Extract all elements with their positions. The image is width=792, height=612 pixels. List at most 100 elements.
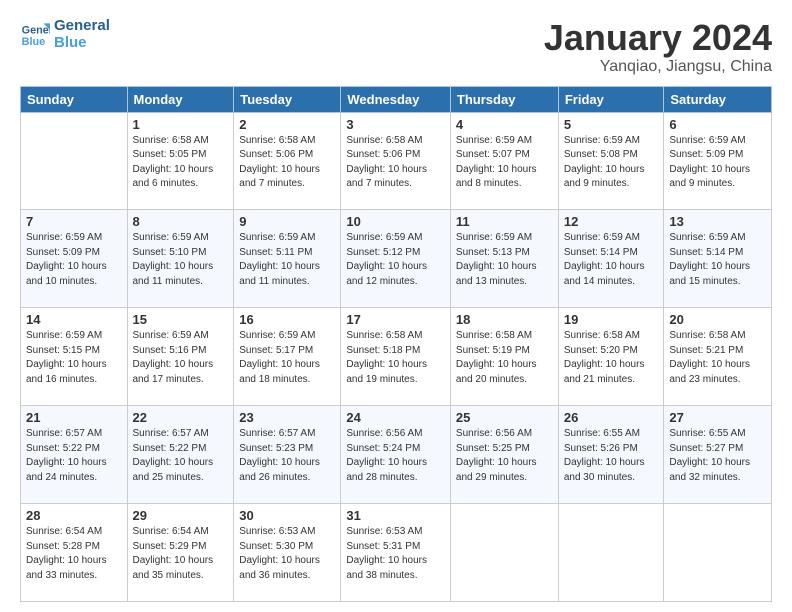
cell-content: Sunrise: 6:58 AMSunset: 5:19 PMDaylight:… — [456, 329, 553, 387]
cell-content: Sunrise: 6:59 AMSunset: 5:10 PMDaylight:… — [133, 231, 229, 289]
cell-content: Sunrise: 6:57 AMSunset: 5:22 PMDaylight:… — [133, 427, 229, 485]
cell-content: Sunrise: 6:53 AMSunset: 5:30 PMDaylight:… — [239, 525, 335, 583]
day-number: 24 — [346, 410, 445, 425]
logo: General Blue General Blue — [20, 18, 110, 51]
cell-content: Sunrise: 6:55 AMSunset: 5:26 PMDaylight:… — [564, 427, 659, 485]
day-cell: 25 Sunrise: 6:56 AMSunset: 5:25 PMDayligh… — [450, 406, 558, 504]
cell-content: Sunrise: 6:57 AMSunset: 5:23 PMDaylight:… — [239, 427, 335, 485]
header-cell-monday: Monday — [127, 86, 234, 112]
day-cell: 13Sunrise: 6:59 AMSunset: 5:14 PMDayligh… — [664, 210, 772, 308]
header-cell-friday: Friday — [558, 86, 664, 112]
day-number: 21 — [26, 410, 122, 425]
week-row-5: 28 Sunrise: 6:54 AMSunset: 5:28 PMDayligh… — [21, 504, 772, 602]
cell-content: Sunrise: 6:59 AMSunset: 5:16 PMDaylight:… — [133, 329, 229, 387]
day-cell — [664, 504, 772, 602]
day-number: 28 — [26, 508, 122, 523]
day-cell: 3 Sunrise: 6:58 AMSunset: 5:06 PMDaylight… — [341, 112, 451, 210]
day-cell: 14Sunrise: 6:59 AMSunset: 5:15 PMDayligh… — [21, 308, 128, 406]
day-cell: 21 Sunrise: 6:57 AMSunset: 5:22 PMDayligh… — [21, 406, 128, 504]
day-cell: 27Sunrise: 6:55 AMSunset: 5:27 PMDayligh… — [664, 406, 772, 504]
day-cell: 5Sunrise: 6:59 AMSunset: 5:08 PMDaylight… — [558, 112, 664, 210]
cell-content: Sunrise: 6:58 AMSunset: 5:06 PMDaylight:… — [239, 134, 335, 192]
day-number: 7 — [26, 214, 122, 229]
svg-text:General: General — [22, 24, 50, 36]
logo-text-general: General — [54, 18, 110, 35]
day-number: 9 — [239, 214, 335, 229]
day-cell — [558, 504, 664, 602]
header-cell-thursday: Thursday — [450, 86, 558, 112]
day-number: 25 — [456, 410, 553, 425]
cell-content: Sunrise: 6:57 AMSunset: 5:22 PMDaylight:… — [26, 427, 122, 485]
day-cell: 31 Sunrise: 6:53 AMSunset: 5:31 PMDayligh… — [341, 504, 451, 602]
day-number: 26 — [564, 410, 659, 425]
day-number: 6 — [669, 117, 766, 132]
day-number: 3 — [346, 117, 445, 132]
header-row: SundayMondayTuesdayWednesdayThursdayFrid… — [21, 86, 772, 112]
cell-content: Sunrise: 6:59 AMSunset: 5:12 PMDaylight:… — [346, 231, 445, 289]
day-number: 8 — [133, 214, 229, 229]
day-number: 14 — [26, 312, 122, 327]
day-cell: 1Sunrise: 6:58 AMSunset: 5:05 PMDaylight… — [127, 112, 234, 210]
week-row-2: 7 Sunrise: 6:59 AMSunset: 5:09 PMDaylight… — [21, 210, 772, 308]
day-number: 10 — [346, 214, 445, 229]
header-cell-saturday: Saturday — [664, 86, 772, 112]
cell-content: Sunrise: 6:58 AMSunset: 5:18 PMDaylight:… — [346, 329, 445, 387]
day-cell — [21, 112, 128, 210]
day-cell: 9Sunrise: 6:59 AMSunset: 5:11 PMDaylight… — [234, 210, 341, 308]
header-cell-sunday: Sunday — [21, 86, 128, 112]
cell-content: Sunrise: 6:59 AMSunset: 5:09 PMDaylight:… — [26, 231, 122, 289]
day-cell: 2 Sunrise: 6:58 AMSunset: 5:06 PMDaylight… — [234, 112, 341, 210]
day-number: 16 — [239, 312, 335, 327]
day-cell: 23 Sunrise: 6:57 AMSunset: 5:23 PMDayligh… — [234, 406, 341, 504]
cell-content: Sunrise: 6:59 AMSunset: 5:14 PMDaylight:… — [669, 231, 766, 289]
calendar-body: 1Sunrise: 6:58 AMSunset: 5:05 PMDaylight… — [21, 112, 772, 601]
day-cell: 24 Sunrise: 6:56 AMSunset: 5:24 PMDayligh… — [341, 406, 451, 504]
cell-content: Sunrise: 6:58 AMSunset: 5:05 PMDaylight:… — [133, 134, 229, 192]
header: General Blue General Blue January 2024 Y… — [20, 18, 772, 76]
cell-content: Sunrise: 6:56 AMSunset: 5:24 PMDaylight:… — [346, 427, 445, 485]
svg-text:Blue: Blue — [22, 36, 45, 48]
day-number: 31 — [346, 508, 445, 523]
day-cell: 28 Sunrise: 6:54 AMSunset: 5:28 PMDayligh… — [21, 504, 128, 602]
day-number: 11 — [456, 214, 553, 229]
calendar-page: General Blue General Blue January 2024 Y… — [0, 0, 792, 612]
day-cell: 6 Sunrise: 6:59 AMSunset: 5:09 PMDaylight… — [664, 112, 772, 210]
day-cell: 18 Sunrise: 6:58 AMSunset: 5:19 PMDayligh… — [450, 308, 558, 406]
day-number: 2 — [239, 117, 335, 132]
day-cell: 12Sunrise: 6:59 AMSunset: 5:14 PMDayligh… — [558, 210, 664, 308]
day-number: 15 — [133, 312, 229, 327]
header-cell-tuesday: Tuesday — [234, 86, 341, 112]
day-number: 23 — [239, 410, 335, 425]
day-cell: 22Sunrise: 6:57 AMSunset: 5:22 PMDayligh… — [127, 406, 234, 504]
title-block: January 2024 Yanqiao, Jiangsu, China — [544, 18, 772, 76]
logo-text-blue: Blue — [54, 35, 110, 52]
day-cell: 16 Sunrise: 6:59 AMSunset: 5:17 PMDayligh… — [234, 308, 341, 406]
day-number: 4 — [456, 117, 553, 132]
calendar-header: SundayMondayTuesdayWednesdayThursdayFrid… — [21, 86, 772, 112]
cell-content: Sunrise: 6:54 AMSunset: 5:28 PMDaylight:… — [26, 525, 122, 583]
cell-content: Sunrise: 6:56 AMSunset: 5:25 PMDaylight:… — [456, 427, 553, 485]
week-row-3: 14Sunrise: 6:59 AMSunset: 5:15 PMDayligh… — [21, 308, 772, 406]
day-number: 29 — [133, 508, 229, 523]
cell-content: Sunrise: 6:53 AMSunset: 5:31 PMDaylight:… — [346, 525, 445, 583]
cell-content: Sunrise: 6:59 AMSunset: 5:17 PMDaylight:… — [239, 329, 335, 387]
day-number: 17 — [346, 312, 445, 327]
day-cell: 30Sunrise: 6:53 AMSunset: 5:30 PMDayligh… — [234, 504, 341, 602]
cell-content: Sunrise: 6:58 AMSunset: 5:20 PMDaylight:… — [564, 329, 659, 387]
day-cell: 11Sunrise: 6:59 AMSunset: 5:13 PMDayligh… — [450, 210, 558, 308]
day-number: 18 — [456, 312, 553, 327]
cell-content: Sunrise: 6:58 AMSunset: 5:21 PMDaylight:… — [669, 329, 766, 387]
cell-content: Sunrise: 6:58 AMSunset: 5:06 PMDaylight:… — [346, 134, 445, 192]
day-cell: 10 Sunrise: 6:59 AMSunset: 5:12 PMDayligh… — [341, 210, 451, 308]
day-cell: 17 Sunrise: 6:58 AMSunset: 5:18 PMDayligh… — [341, 308, 451, 406]
week-row-1: 1Sunrise: 6:58 AMSunset: 5:05 PMDaylight… — [21, 112, 772, 210]
calendar-title: January 2024 — [544, 18, 772, 58]
cell-content: Sunrise: 6:54 AMSunset: 5:29 PMDaylight:… — [133, 525, 229, 583]
day-cell: 15 Sunrise: 6:59 AMSunset: 5:16 PMDayligh… — [127, 308, 234, 406]
day-cell: 19 Sunrise: 6:58 AMSunset: 5:20 PMDayligh… — [558, 308, 664, 406]
week-row-4: 21 Sunrise: 6:57 AMSunset: 5:22 PMDayligh… — [21, 406, 772, 504]
day-cell: 26 Sunrise: 6:55 AMSunset: 5:26 PMDayligh… — [558, 406, 664, 504]
cell-content: Sunrise: 6:59 AMSunset: 5:09 PMDaylight:… — [669, 134, 766, 192]
cell-content: Sunrise: 6:59 AMSunset: 5:08 PMDaylight:… — [564, 134, 659, 192]
day-number: 19 — [564, 312, 659, 327]
